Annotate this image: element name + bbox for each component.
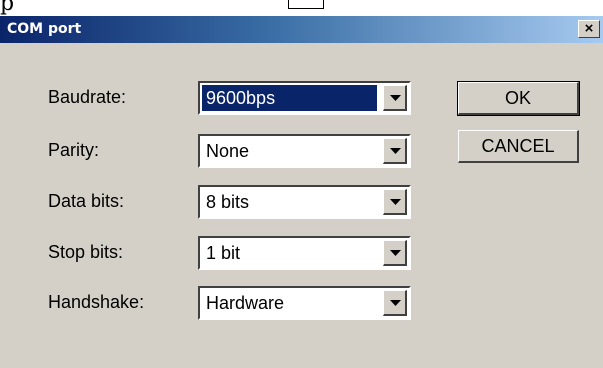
data-bits-value: 8 bits xyxy=(206,192,250,212)
data-bits-label: Data bits: xyxy=(48,191,125,211)
data-bits-row: Data bits: 8 bits xyxy=(0,185,603,221)
chevron-down-icon xyxy=(390,300,401,306)
stop-bits-row: Stop bits: 1 bit xyxy=(0,236,603,272)
parity-value: None xyxy=(206,141,250,161)
background-text-fragment: p xyxy=(0,0,15,16)
handshake-dropdown-button[interactable] xyxy=(383,290,407,316)
data-bits-select[interactable]: 8 bits xyxy=(198,185,411,219)
baudrate-label: Baudrate: xyxy=(48,87,127,107)
stop-bits-dropdown-button[interactable] xyxy=(383,240,407,266)
window-title: COM port xyxy=(7,21,82,37)
title-bar[interactable]: COM port × xyxy=(0,16,603,43)
chevron-down-icon xyxy=(390,148,401,154)
cancel-button[interactable]: CANCEL xyxy=(458,130,579,163)
handshake-value: Hardware xyxy=(206,293,285,313)
stop-bits-label: Stop bits: xyxy=(48,242,124,262)
close-icon: × xyxy=(584,20,594,37)
parity-label: Parity: xyxy=(48,140,100,160)
ok-button[interactable]: OK xyxy=(457,81,580,116)
background-box-fragment xyxy=(288,0,324,9)
chevron-down-icon xyxy=(390,250,401,256)
chevron-down-icon xyxy=(390,95,401,101)
stop-bits-value: 1 bit xyxy=(206,243,241,263)
baudrate-value: 9600bps xyxy=(202,85,377,111)
close-button[interactable]: × xyxy=(578,20,600,38)
handshake-row: Handshake: Hardware xyxy=(0,286,603,322)
chevron-down-icon xyxy=(390,199,401,205)
stop-bits-select[interactable]: 1 bit xyxy=(198,236,411,270)
parity-select[interactable]: None xyxy=(198,134,411,168)
handshake-select[interactable]: Hardware xyxy=(198,286,411,320)
baudrate-dropdown-button[interactable] xyxy=(383,85,407,111)
parity-dropdown-button[interactable] xyxy=(383,138,407,164)
baudrate-select[interactable]: 9600bps xyxy=(198,81,411,115)
data-bits-dropdown-button[interactable] xyxy=(383,189,407,215)
com-port-dialog: COM port × Baudrate: 9600bps Parity: Non… xyxy=(0,16,603,368)
handshake-label: Handshake: xyxy=(48,292,145,312)
